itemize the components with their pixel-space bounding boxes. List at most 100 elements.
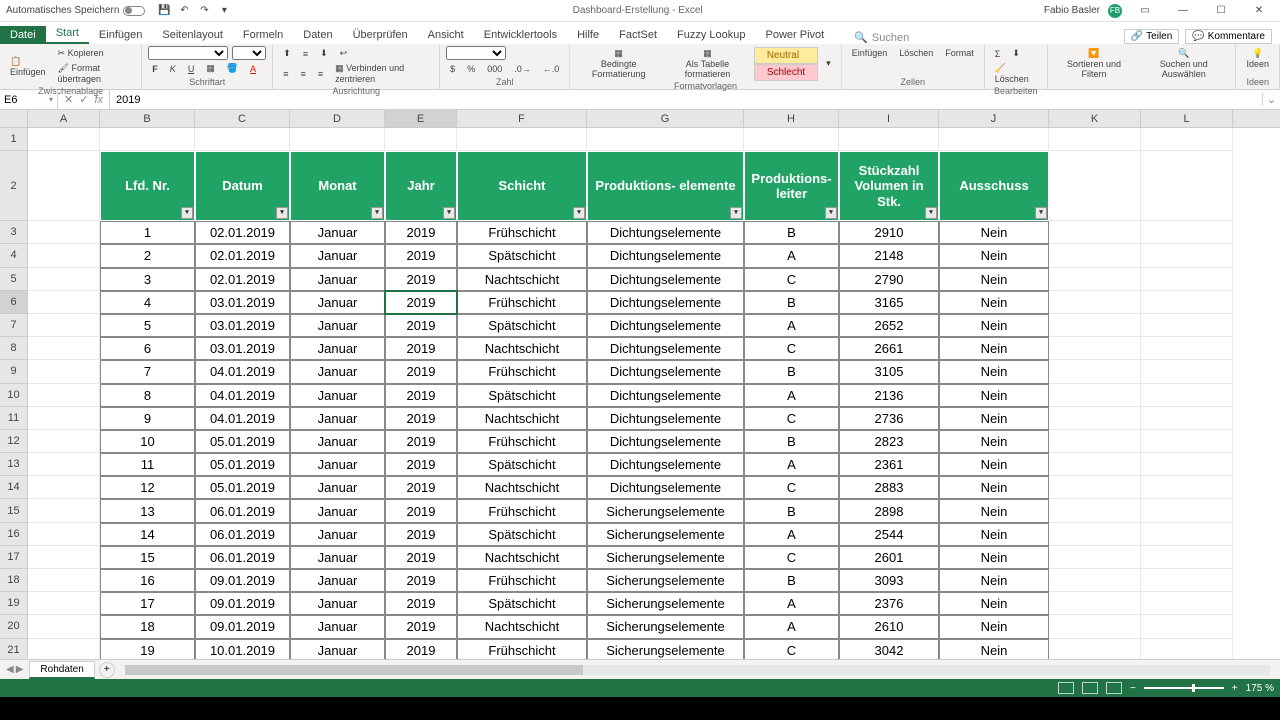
column-header-J[interactable]: J [939,110,1049,127]
fontsize-select[interactable] [232,46,266,60]
cell-G10[interactable]: Dichtungselemente [587,384,744,407]
cell-L16[interactable] [1141,523,1233,546]
cell-A13[interactable] [28,453,100,476]
row-header-8[interactable]: 8 [0,337,28,360]
cell-E11[interactable]: 2019 [385,407,457,430]
cell-A14[interactable] [28,476,100,499]
cell-D5[interactable]: Januar [290,268,385,291]
cell-G13[interactable]: Dichtungselemente [587,453,744,476]
cell-F11[interactable]: Nachtschicht [457,407,587,430]
cell-J19[interactable]: Nein [939,592,1049,615]
cell-K3[interactable] [1049,221,1141,244]
cell-B3[interactable]: 1 [100,221,195,244]
cell-H21[interactable]: C [744,639,839,659]
filter-icon-H[interactable]: ▾ [825,207,837,219]
cell-J17[interactable]: Nein [939,546,1049,569]
cell-K10[interactable] [1049,384,1141,407]
cell-C4[interactable]: 02.01.2019 [195,244,290,267]
cell-K15[interactable] [1049,499,1141,522]
find-select-button[interactable]: 🔍Suchen und Auswählen [1138,46,1229,81]
cell-C6[interactable]: 03.01.2019 [195,291,290,314]
fill-icon[interactable]: ⬇ [1008,46,1024,61]
cell-L7[interactable] [1141,314,1233,337]
cell-A21[interactable] [28,639,100,659]
cell-C20[interactable]: 09.01.2019 [195,615,290,638]
cell-J5[interactable]: Nein [939,268,1049,291]
cell-B10[interactable]: 8 [100,384,195,407]
cell-I7[interactable]: 2652 [839,314,939,337]
cell-I1[interactable] [839,128,939,151]
cell-B6[interactable]: 4 [100,291,195,314]
cell-F12[interactable]: Frühschicht [457,430,587,453]
cell-B5[interactable]: 3 [100,268,195,291]
cell-C9[interactable]: 04.01.2019 [195,360,290,383]
cell-L2[interactable] [1141,151,1233,221]
view-layout-icon[interactable] [1082,682,1098,694]
cell-F13[interactable]: Spätschicht [457,453,587,476]
cell-E8[interactable]: 2019 [385,337,457,360]
select-all-corner[interactable] [0,110,28,127]
cell-F9[interactable]: Frühschicht [457,360,587,383]
row-header-14[interactable]: 14 [0,476,28,499]
cell-E7[interactable]: 2019 [385,314,457,337]
percent-icon[interactable]: % [463,62,479,76]
cell-C18[interactable]: 09.01.2019 [195,569,290,592]
cell-L6[interactable] [1141,291,1233,314]
cell-D19[interactable]: Januar [290,592,385,615]
cell-D3[interactable]: Januar [290,221,385,244]
cell-J8[interactable]: Nein [939,337,1049,360]
cell-I15[interactable]: 2898 [839,499,939,522]
cell-C1[interactable] [195,128,290,151]
copy-button[interactable]: ✂ Kopieren [54,46,136,61]
row-header-16[interactable]: 16 [0,523,28,546]
cell-G12[interactable]: Dichtungselemente [587,430,744,453]
cell-B17[interactable]: 15 [100,546,195,569]
cell-A18[interactable] [28,569,100,592]
sheet-tab-rohdaten[interactable]: Rohdaten [29,661,94,679]
cell-H13[interactable]: A [744,453,839,476]
cell-C8[interactable]: 03.01.2019 [195,337,290,360]
align-center-icon[interactable]: ≡ [297,67,310,81]
cell-E12[interactable]: 2019 [385,430,457,453]
column-header-L[interactable]: L [1141,110,1233,127]
filter-icon-E[interactable]: ▾ [443,207,455,219]
filter-icon-D[interactable]: ▾ [371,207,383,219]
cell-J6[interactable]: Nein [939,291,1049,314]
cell-A4[interactable] [28,244,100,267]
cell-I4[interactable]: 2148 [839,244,939,267]
cell-D8[interactable]: Januar [290,337,385,360]
row-header-9[interactable]: 9 [0,360,28,383]
paste-button[interactable]: 📋Einfügen [6,54,50,79]
row-header-4[interactable]: 4 [0,244,28,267]
maximize-icon[interactable]: ☐ [1206,0,1236,22]
cell-F8[interactable]: Nachtschicht [457,337,587,360]
cell-K11[interactable] [1049,407,1141,430]
cell-E14[interactable]: 2019 [385,476,457,499]
styles-more-icon[interactable]: ▾ [822,56,835,71]
add-sheet-button[interactable]: + [99,662,115,678]
column-header-H[interactable]: H [744,110,839,127]
font-color-button[interactable]: A [246,62,260,76]
filter-icon-C[interactable]: ▾ [276,207,288,219]
cell-H14[interactable]: C [744,476,839,499]
ideas-button[interactable]: 💡Ideen [1242,46,1273,71]
cell-L4[interactable] [1141,244,1233,267]
cell-H9[interactable]: B [744,360,839,383]
cell-I2[interactable]: Stückzahl Volumen in Stk.▾ [839,151,939,221]
cell-H11[interactable]: C [744,407,839,430]
cell-H16[interactable]: A [744,523,839,546]
cell-E10[interactable]: 2019 [385,384,457,407]
sheet-nav-next-icon[interactable]: ▶ [16,664,24,675]
tab-ueberpruefen[interactable]: Überprüfen [343,26,418,44]
cell-E19[interactable]: 2019 [385,592,457,615]
cell-I5[interactable]: 2790 [839,268,939,291]
cell-K9[interactable] [1049,360,1141,383]
cell-J15[interactable]: Nein [939,499,1049,522]
cell-K17[interactable] [1049,546,1141,569]
cell-H17[interactable]: C [744,546,839,569]
tab-formeln[interactable]: Formeln [233,26,293,44]
view-break-icon[interactable] [1106,682,1122,694]
tab-start[interactable]: Start [46,24,89,44]
row-header-11[interactable]: 11 [0,407,28,430]
cell-K21[interactable] [1049,639,1141,659]
